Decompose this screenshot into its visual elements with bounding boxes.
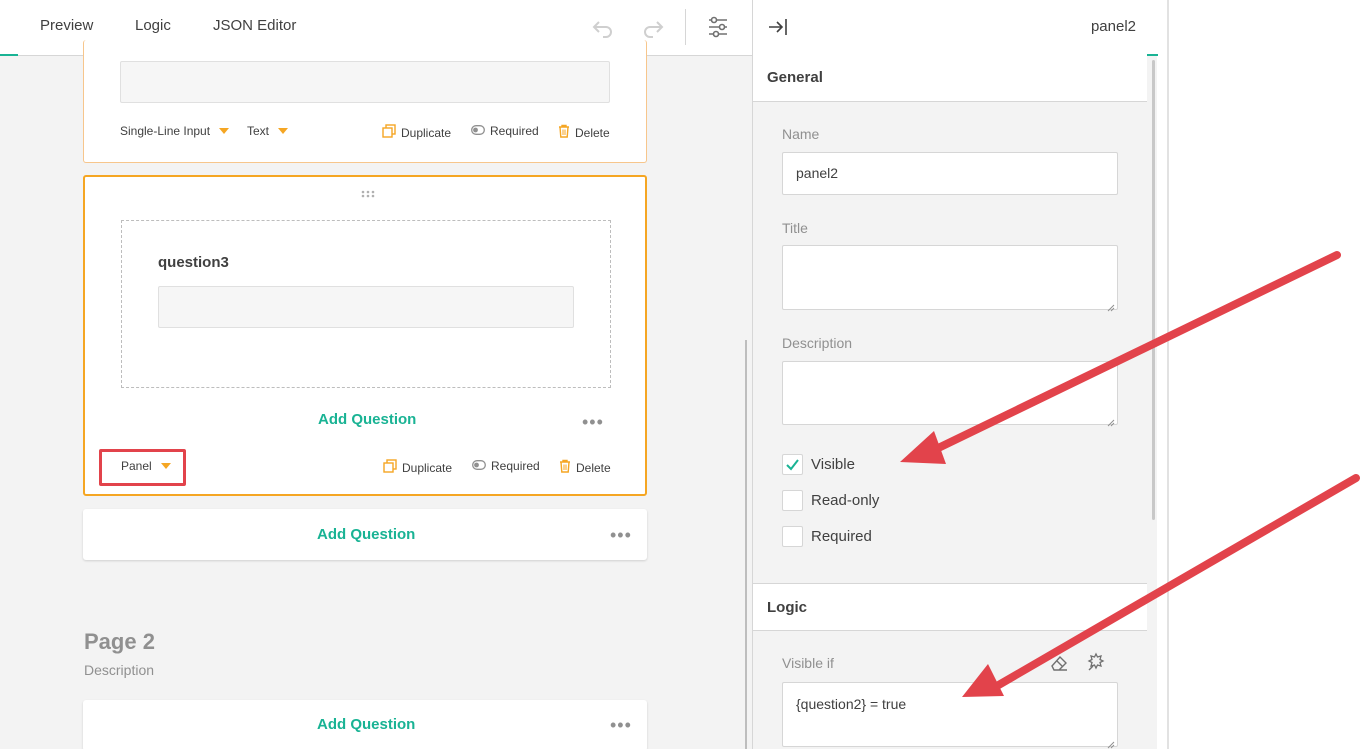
required-toggle[interactable]: Required	[472, 459, 540, 473]
resize-handle-icon[interactable]	[1107, 299, 1115, 312]
property-grid: panel2 General Name panel2 Title Descrip…	[752, 0, 1158, 749]
toolbar-accent	[0, 54, 18, 56]
question-footer: Single-Line Input Text Duplicate Require…	[120, 124, 610, 142]
question-input-preview	[158, 286, 574, 328]
survey-designer: Preview Logic JSON Editor Single-Line In…	[0, 0, 752, 749]
trash-icon	[559, 459, 571, 476]
question-card[interactable]: Single-Line Input Text Duplicate Require…	[83, 40, 647, 163]
trash-icon	[558, 124, 570, 141]
toggle-icon	[471, 124, 485, 138]
readonly-checkbox[interactable]	[782, 490, 803, 511]
input-type-dropdown[interactable]: Text	[247, 124, 289, 138]
panel-content-area: question3	[121, 220, 611, 388]
add-question-button[interactable]: Add Question	[318, 411, 416, 428]
tab-preview[interactable]: Preview	[40, 17, 93, 34]
settings-sliders-icon[interactable]	[705, 14, 731, 40]
panel-footer: Panel Duplicate Required Delete	[121, 459, 611, 477]
visible-if-expression: {question2} = true	[796, 696, 907, 712]
panel-card[interactable]: question3 Add Question ••• Panel Duplica…	[83, 175, 647, 496]
designer-scrollbar[interactable]	[745, 340, 747, 749]
question-title[interactable]: question3	[158, 254, 229, 271]
section-title: General	[767, 69, 823, 86]
page-description[interactable]: Description	[84, 662, 154, 678]
add-question-button[interactable]: Add Question	[317, 716, 415, 733]
checkmark-icon	[786, 459, 799, 471]
toolbar-separator	[685, 9, 686, 45]
more-options-icon[interactable]: •••	[610, 716, 632, 734]
section-title: Logic	[767, 599, 807, 616]
duplicate-label: Duplicate	[401, 125, 452, 140]
question-type-dropdown[interactable]: Single-Line Input	[120, 124, 230, 138]
title-label: Title	[782, 220, 808, 236]
readonly-label[interactable]: Read-only	[811, 492, 879, 509]
question-type-label: Single-Line Input	[120, 124, 211, 138]
duplicate-button[interactable]: Duplicate	[382, 124, 451, 141]
delete-button[interactable]: Delete	[559, 459, 611, 476]
required-toggle[interactable]: Required	[471, 124, 539, 138]
required-label: Required	[490, 124, 539, 138]
panel-type-label: Panel	[121, 459, 152, 473]
chevron-down-icon	[278, 128, 289, 134]
property-grid-header: panel2	[753, 0, 1158, 56]
name-label: Name	[782, 126, 820, 142]
required-label[interactable]: Required	[811, 528, 872, 545]
chevron-down-icon	[160, 463, 171, 469]
question-input-preview	[120, 61, 610, 103]
window-edge	[1167, 0, 1169, 749]
drag-handle-icon[interactable]	[361, 185, 375, 198]
add-question-button[interactable]: Add Question	[317, 526, 415, 543]
tab-logic[interactable]: Logic	[135, 17, 171, 34]
visible-checkbox[interactable]	[782, 454, 803, 475]
section-logic-header[interactable]: Logic	[753, 583, 1147, 631]
visible-label[interactable]: Visible	[811, 456, 855, 473]
name-field[interactable]: panel2	[782, 152, 1118, 195]
page2-add-question-card: Add Question •••	[83, 700, 647, 749]
required-checkbox[interactable]	[782, 526, 803, 547]
visible-if-label: Visible if	[782, 655, 834, 671]
panel-type-dropdown[interactable]: Panel	[121, 459, 171, 473]
visible-if-expression-field[interactable]: {question2} = true	[782, 682, 1118, 749]
resize-handle-icon[interactable]	[1107, 736, 1115, 749]
duplicate-label: Duplicate	[402, 460, 453, 475]
magic-wand-icon[interactable]	[1086, 652, 1106, 672]
description-label: Description	[782, 335, 853, 351]
more-options-icon[interactable]: •••	[610, 526, 632, 544]
delete-label: Delete	[575, 125, 610, 140]
duplicate-button[interactable]: Duplicate	[383, 459, 452, 476]
resize-handle-icon[interactable]	[1107, 414, 1115, 427]
tab-json-editor[interactable]: JSON Editor	[213, 17, 296, 34]
description-field[interactable]	[782, 361, 1118, 427]
redo-icon[interactable]	[640, 14, 666, 40]
delete-button[interactable]: Delete	[558, 124, 610, 141]
duplicate-icon	[382, 124, 396, 141]
undo-icon[interactable]	[590, 14, 616, 40]
duplicate-icon	[383, 459, 397, 476]
input-type-label: Text	[247, 124, 270, 138]
more-options-icon[interactable]: •••	[582, 413, 604, 431]
selected-element-name: panel2	[1090, 18, 1136, 35]
toggle-icon	[472, 459, 486, 473]
delete-label: Delete	[576, 460, 611, 475]
property-grid-scrollbar[interactable]	[1152, 60, 1155, 520]
chevron-down-icon	[219, 128, 230, 134]
eraser-icon[interactable]	[1049, 653, 1069, 673]
collapse-right-icon[interactable]	[767, 16, 789, 38]
title-field[interactable]	[782, 245, 1118, 312]
required-label: Required	[491, 459, 540, 473]
page-title[interactable]: Page 2	[84, 629, 155, 655]
page1-add-question-card: Add Question •••	[83, 509, 647, 560]
section-general-header[interactable]: General	[753, 54, 1147, 102]
